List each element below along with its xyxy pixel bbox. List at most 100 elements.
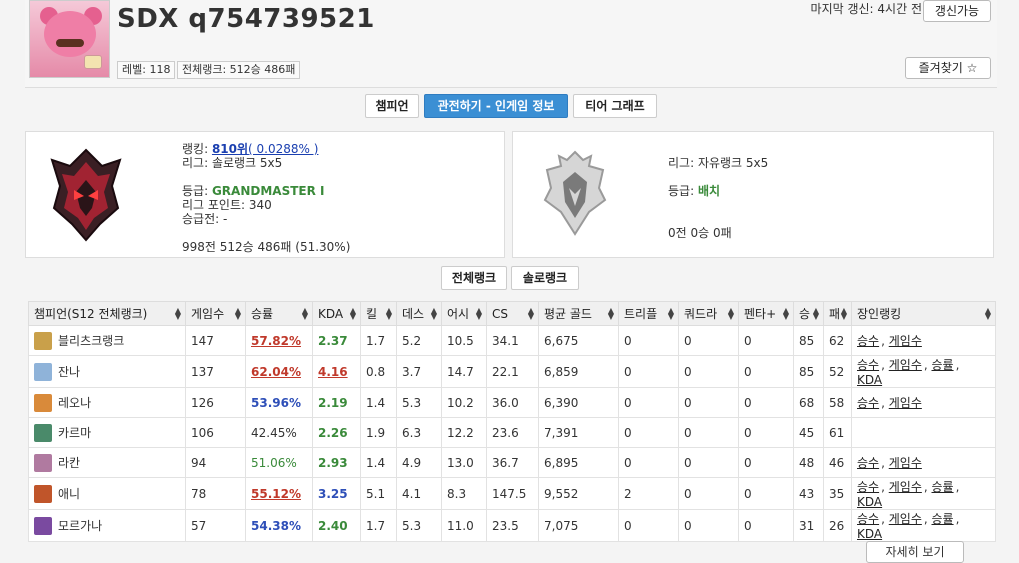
separator: ,	[923, 358, 932, 372]
sort-icon: ▲ ▼	[349, 306, 356, 321]
flex-record: 0전 0승 0패	[668, 226, 732, 240]
sort-icon: ▲ ▼	[984, 306, 991, 321]
champion-portrait-icon	[34, 331, 52, 350]
champion-cell[interactable]: 레오나	[28, 387, 186, 418]
quadra-cell: 0	[678, 447, 739, 478]
separator: ,	[923, 512, 932, 526]
assist-cell: 14.7	[441, 355, 487, 388]
col-assist[interactable]: 어시 ▲ ▼	[441, 301, 487, 326]
penta-cell: 0	[738, 417, 794, 448]
sort-icon: ▲ ▼	[475, 306, 482, 321]
champion-cell[interactable]: 라칸	[28, 447, 186, 478]
death-cell: 4.1	[396, 477, 442, 510]
assist-cell: 13.0	[441, 447, 487, 478]
col-winrate[interactable]: 승률 ▲ ▼	[245, 301, 313, 326]
ranking-link[interactable]: 승률	[932, 358, 954, 372]
more-details-button[interactable]: 자세히 보기	[866, 541, 964, 563]
ranking-link[interactable]: 승수	[857, 396, 879, 410]
col-penta[interactable]: 펜타+ ▲ ▼	[738, 301, 794, 326]
col-triple[interactable]: 트리플 ▲ ▼	[618, 301, 679, 326]
ranking-link[interactable]: KDA	[857, 527, 882, 541]
ranking-link[interactable]: 승률	[932, 512, 954, 526]
games-cell: 137	[185, 355, 246, 388]
champion-cell[interactable]: 모르가나	[28, 509, 186, 542]
ranking-link[interactable]: 게임수	[889, 358, 922, 372]
loss-cell: 52	[823, 355, 852, 388]
profile-avatar	[29, 0, 110, 78]
gold-cell: 9,552	[538, 477, 619, 510]
champion-cell[interactable]: 애니	[28, 477, 186, 510]
tab-champion[interactable]: 챔피언	[365, 94, 419, 118]
champion-name: 카르마	[58, 426, 92, 440]
col-champion[interactable]: 챔피언(S12 전체랭크) ▲ ▼	[28, 301, 186, 326]
champion-name: 잔나	[58, 365, 81, 379]
ranking-link[interactable]: 게임수	[889, 396, 922, 410]
tab-tier-graph[interactable]: 티어 그래프	[573, 94, 657, 118]
champion-cell[interactable]: 잔나	[28, 355, 186, 388]
avatar-face	[44, 11, 96, 57]
col-games[interactable]: 게임수 ▲ ▼	[185, 301, 246, 326]
separator: ,	[955, 358, 960, 372]
table-row: 모르가나 57 54.38% 2.40 1.7 5.3 11.0 23.5 7,075 0 0 0 31…	[28, 509, 996, 542]
gold-cell: 6,390	[538, 387, 619, 418]
kill-cell: 1.7	[360, 325, 397, 356]
quadra-cell: 0	[678, 477, 739, 510]
champion-stats-table: 챔피언(S12 전체랭크) ▲ ▼ 게임수 ▲ ▼ 승률 ▲ ▼ KDA ▲ ▼ 킬 ▲ ▼ 데스 ▲…	[28, 301, 996, 542]
champion-cell[interactable]: 블리츠크랭크	[28, 325, 186, 356]
col-label: 장인랭킹	[857, 307, 902, 321]
flex-tier-line: 등급: 배치	[668, 182, 720, 199]
ranking-link[interactable]: 승수	[857, 512, 879, 526]
col-win[interactable]: 승 ▲ ▼	[793, 301, 824, 326]
ranking-link[interactable]: 승률	[932, 480, 954, 494]
assist-cell: 10.5	[441, 325, 487, 356]
col-label: 킬	[366, 307, 378, 321]
ranking-link[interactable]: 게임수	[889, 334, 922, 348]
tab-spectate[interactable]: 관전하기 - 인게임 정보	[424, 94, 568, 118]
ranking-link[interactable]: 게임수	[889, 512, 922, 526]
champion-info: 블리츠크랭크	[34, 331, 180, 350]
tab-all-rank[interactable]: 전체랭크	[441, 266, 507, 290]
col-kda[interactable]: KDA ▲ ▼	[312, 301, 361, 326]
favorite-button[interactable]: 즐겨찾기 ☆	[905, 57, 991, 79]
champion-name: 애니	[58, 487, 81, 501]
avatar-mustache	[56, 39, 84, 47]
col-gold[interactable]: 평균 골드 ▲ ▼	[538, 301, 619, 326]
ranking-link[interactable]: 승수	[857, 480, 879, 494]
winrate-cell: 54.38%	[245, 509, 313, 542]
col-quadra[interactable]: 쿼드라 ▲ ▼	[678, 301, 739, 326]
triple-cell: 0	[618, 325, 679, 356]
win-cell: 31	[793, 509, 824, 542]
triple-cell: 0	[618, 355, 679, 388]
ranking-link[interactable]: 승수	[857, 358, 879, 372]
ranking-link[interactable]: 게임수	[889, 480, 922, 494]
col-label: 승률	[251, 307, 274, 321]
champion-cell[interactable]: 카르마	[28, 417, 186, 448]
col-label: 게임수	[191, 307, 225, 321]
sort-icon: ▲ ▼	[727, 306, 734, 321]
games-cell: 106	[185, 417, 246, 448]
winrate-cell: 57.82%	[245, 325, 313, 356]
assist-cell: 10.2	[441, 387, 487, 418]
refresh-button[interactable]: 갱신가능	[923, 0, 991, 22]
table-row: 잔나 137 62.04% 4.16 0.8 3.7 14.7 22.1 6,859 0 0 0 85 5…	[28, 355, 996, 388]
death-cell: 6.3	[396, 417, 442, 448]
death-cell: 5.2	[396, 325, 442, 356]
ranking-link[interactable]: KDA	[857, 373, 882, 387]
mastery-ranking-cell: 승수, 게임수, 승률, KDA	[851, 477, 996, 510]
grandmaster-emblem-icon	[50, 148, 122, 242]
tab-solo-rank[interactable]: 솔로랭크	[511, 266, 579, 290]
col-mastery-ranking[interactable]: 장인랭킹 ▲ ▼	[851, 301, 996, 326]
separator: ,	[881, 456, 889, 470]
col-kill[interactable]: 킬 ▲ ▼	[360, 301, 397, 326]
col-cs[interactable]: CS ▲ ▼	[486, 301, 539, 326]
ranking-link[interactable]: 승수	[857, 334, 879, 348]
col-death[interactable]: 데스 ▲ ▼	[396, 301, 442, 326]
loss-cell: 46	[823, 447, 852, 478]
ranking-link[interactable]: 승수	[857, 456, 879, 470]
page-container: SDX q754739521 레벨: 118 전체랭크: 512승 486패 마…	[25, 0, 997, 563]
ranking-link[interactable]: KDA	[857, 495, 882, 509]
col-loss[interactable]: 패 ▲ ▼	[823, 301, 852, 326]
promotion-status: 승급전: -	[182, 212, 228, 226]
ranking-link[interactable]: 게임수	[889, 456, 922, 470]
champion-portrait-icon	[34, 393, 52, 412]
